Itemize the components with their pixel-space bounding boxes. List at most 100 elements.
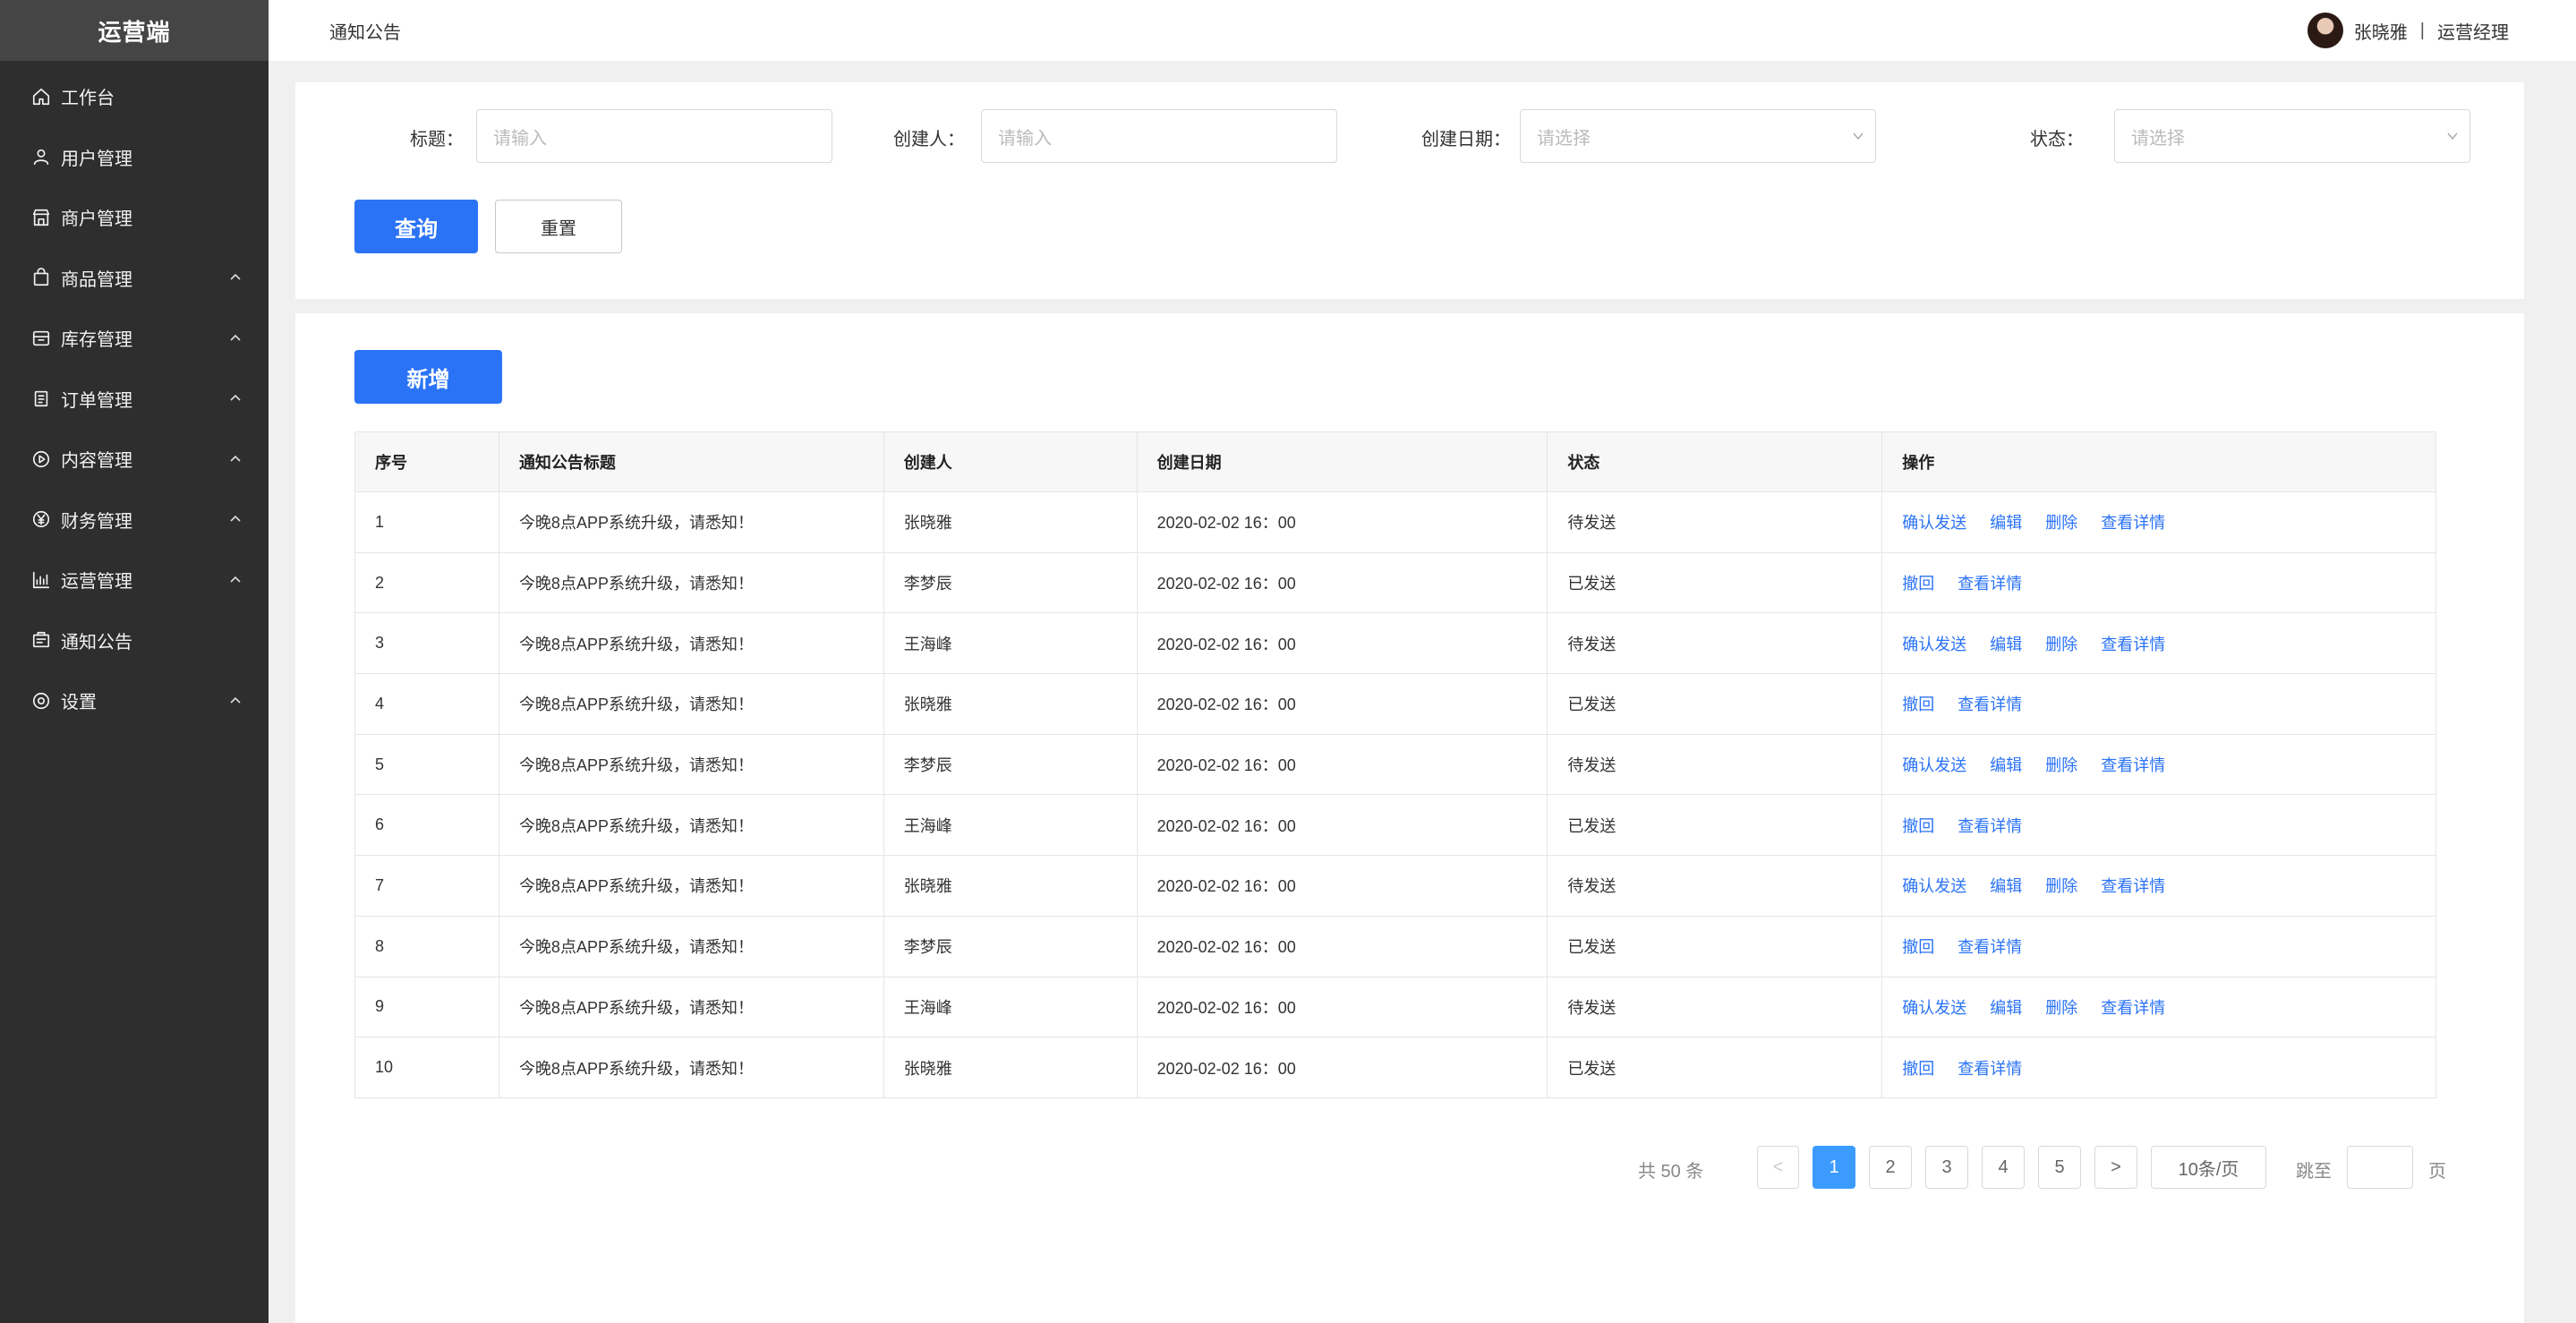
page-number-button[interactable]: 4 bbox=[1982, 1146, 2025, 1189]
title-filter-input[interactable]: 请输入 bbox=[476, 109, 832, 163]
cell-status: 已发送 bbox=[1547, 915, 1883, 977]
cell-date: 2020-02-02 16：00 bbox=[1136, 551, 1548, 614]
user-menu[interactable]: 张晓雅 | 运营经理 bbox=[2307, 11, 2509, 50]
row-action-link[interactable]: 撤回 bbox=[1902, 938, 1934, 956]
row-action-link[interactable]: 编辑 bbox=[1990, 999, 2022, 1017]
query-button[interactable]: 查询 bbox=[354, 200, 478, 253]
row-action-link[interactable]: 删除 bbox=[2045, 756, 2077, 774]
prev-page-button[interactable]: < bbox=[1757, 1146, 1799, 1189]
cell-creator: 王海峰 bbox=[883, 794, 1138, 857]
status-filter-label: 状态： bbox=[2030, 130, 2084, 149]
table-row: 8 今晚8点APP系统升级，请悉知！ 李梦辰 2020-02-02 16：00 已发送撤… bbox=[354, 915, 2436, 977]
table-row: 1 今晚8点APP系统升级，请悉知！ 张晓雅 2020-02-02 16：00 待发送确… bbox=[354, 491, 2436, 553]
row-action-link[interactable]: 删除 bbox=[2045, 877, 2077, 895]
row-action-link[interactable]: 删除 bbox=[2045, 514, 2077, 532]
sidebar-item-label: 财务管理 bbox=[61, 511, 132, 532]
table-row: 10 今晚8点APP系统升级，请悉知！ 张晓雅 2020-02-02 16：00 已发送… bbox=[354, 1037, 2436, 1098]
row-action-link[interactable]: 确认发送 bbox=[1902, 877, 1966, 895]
cell-creator: 王海峰 bbox=[883, 612, 1138, 675]
row-action-link[interactable]: 撤回 bbox=[1902, 1060, 1934, 1078]
cell-creator: 李梦辰 bbox=[883, 551, 1138, 614]
cell-date: 2020-02-02 16：00 bbox=[1136, 673, 1548, 735]
add-button[interactable]: 新增 bbox=[354, 350, 502, 404]
settings-icon bbox=[30, 690, 52, 712]
page-number-button[interactable]: 3 bbox=[1925, 1146, 1968, 1189]
cell-date: 2020-02-02 16：00 bbox=[1136, 855, 1548, 917]
creator-filter-input[interactable]: 请输入 bbox=[981, 109, 1337, 163]
row-action-link[interactable]: 删除 bbox=[2045, 636, 2077, 653]
date-filter-select[interactable]: 请选择 bbox=[1520, 109, 1876, 163]
row-action-link[interactable]: 删除 bbox=[2045, 999, 2077, 1017]
sidebar-menu: 工作台 用户管理 商户管理商品管理库存管理订单管理内容管理财务管理运营管理 通知公告设… bbox=[0, 66, 269, 731]
cell-title: 今晚8点APP系统升级，请悉知！ bbox=[498, 915, 884, 977]
row-action-link[interactable]: 确认发送 bbox=[1902, 999, 1966, 1017]
page-number-button[interactable]: 2 bbox=[1869, 1146, 1912, 1189]
row-action-link[interactable]: 查看详情 bbox=[1958, 575, 2022, 593]
avatar[interactable] bbox=[2307, 13, 2343, 48]
cell-actions: 确认发送 编辑 删除 查看详情 bbox=[1881, 612, 2436, 675]
next-page-button[interactable]: > bbox=[2094, 1146, 2137, 1189]
sidebar-item[interactable]: 设置 bbox=[0, 670, 269, 731]
row-action-link[interactable]: 编辑 bbox=[1990, 514, 2022, 532]
yen-icon bbox=[30, 508, 52, 530]
row-action-link[interactable]: 确认发送 bbox=[1902, 756, 1966, 774]
row-action-link[interactable]: 查看详情 bbox=[2101, 514, 2165, 532]
cell-date: 2020-02-02 16：00 bbox=[1136, 612, 1548, 675]
home-icon bbox=[30, 86, 52, 107]
table-row: 5 今晚8点APP系统升级，请悉知！ 李梦辰 2020-02-02 16：00 待发送确… bbox=[354, 733, 2436, 796]
reset-button[interactable]: 重置 bbox=[495, 200, 622, 253]
page-number-button[interactable]: 1 bbox=[1813, 1146, 1855, 1189]
cell-title: 今晚8点APP系统升级，请悉知！ bbox=[498, 733, 884, 796]
cell-status: 待发送 bbox=[1547, 733, 1883, 796]
sidebar-item[interactable]: 订单管理 bbox=[0, 369, 269, 430]
sidebar-item[interactable]: 运营管理 bbox=[0, 550, 269, 610]
page-size-select[interactable]: 10条/页 bbox=[2151, 1146, 2266, 1189]
row-action-link[interactable]: 查看详情 bbox=[1958, 696, 2022, 713]
row-action-link[interactable]: 确认发送 bbox=[1902, 514, 1966, 532]
row-action-link[interactable]: 查看详情 bbox=[2101, 999, 2165, 1017]
row-action-link[interactable]: 编辑 bbox=[1990, 636, 2022, 653]
sidebar-item[interactable]: 通知公告 bbox=[0, 610, 269, 671]
sidebar-item[interactable]: 财务管理 bbox=[0, 490, 269, 551]
page-number-button[interactable]: 5 bbox=[2038, 1146, 2081, 1189]
cell-actions: 撤回 查看详情 bbox=[1881, 794, 2436, 857]
creator-filter-label: 创建人： bbox=[893, 130, 965, 149]
cell-creator: 李梦辰 bbox=[883, 915, 1138, 977]
sidebar-item-label: 订单管理 bbox=[61, 390, 132, 411]
cell-status: 待发送 bbox=[1547, 612, 1883, 675]
column-header: 通知公告标题 bbox=[498, 431, 884, 492]
cell-title: 今晚8点APP系统升级，请悉知！ bbox=[498, 794, 884, 857]
row-action-link[interactable]: 查看详情 bbox=[1958, 1060, 2022, 1078]
sidebar-item[interactable]: 用户管理 bbox=[0, 127, 269, 188]
sidebar-item[interactable]: 库存管理 bbox=[0, 308, 269, 369]
row-action-link[interactable]: 撤回 bbox=[1902, 696, 1934, 713]
column-header: 创建日期 bbox=[1136, 431, 1548, 492]
cell-title: 今晚8点APP系统升级，请悉知！ bbox=[498, 1037, 884, 1098]
row-action-link[interactable]: 查看详情 bbox=[2101, 756, 2165, 774]
cell-status: 待发送 bbox=[1547, 491, 1883, 553]
row-action-link[interactable]: 撤回 bbox=[1902, 817, 1934, 835]
jump-page-input[interactable] bbox=[2347, 1146, 2413, 1189]
page-title: 通知公告 bbox=[329, 22, 401, 43]
row-action-link[interactable]: 查看详情 bbox=[2101, 877, 2165, 895]
sidebar-item[interactable]: 工作台 bbox=[0, 66, 269, 127]
row-action-link[interactable]: 确认发送 bbox=[1902, 636, 1966, 653]
row-action-link[interactable]: 查看详情 bbox=[2101, 636, 2165, 653]
sidebar-item-label: 商品管理 bbox=[61, 269, 132, 290]
row-action-link[interactable]: 查看详情 bbox=[1958, 817, 2022, 835]
row-action-link[interactable]: 编辑 bbox=[1990, 877, 2022, 895]
cell-date: 2020-02-02 16：00 bbox=[1136, 491, 1548, 553]
cell-actions: 确认发送 编辑 删除 查看详情 bbox=[1881, 491, 2436, 553]
sidebar-item[interactable]: 商户管理 bbox=[0, 187, 269, 248]
bag-icon bbox=[30, 267, 52, 288]
row-action-link[interactable]: 编辑 bbox=[1990, 756, 2022, 774]
status-filter-select[interactable]: 请选择 bbox=[2114, 109, 2470, 163]
clipboard-icon bbox=[30, 388, 52, 409]
user-separator: | bbox=[2419, 20, 2425, 40]
sidebar-item[interactable]: 商品管理 bbox=[0, 248, 269, 309]
cell-status: 待发送 bbox=[1547, 976, 1883, 1038]
row-action-link[interactable]: 撤回 bbox=[1902, 575, 1934, 593]
row-action-link[interactable]: 查看详情 bbox=[1958, 938, 2022, 956]
sidebar-item-label: 设置 bbox=[61, 693, 97, 713]
sidebar-item[interactable]: 内容管理 bbox=[0, 429, 269, 490]
